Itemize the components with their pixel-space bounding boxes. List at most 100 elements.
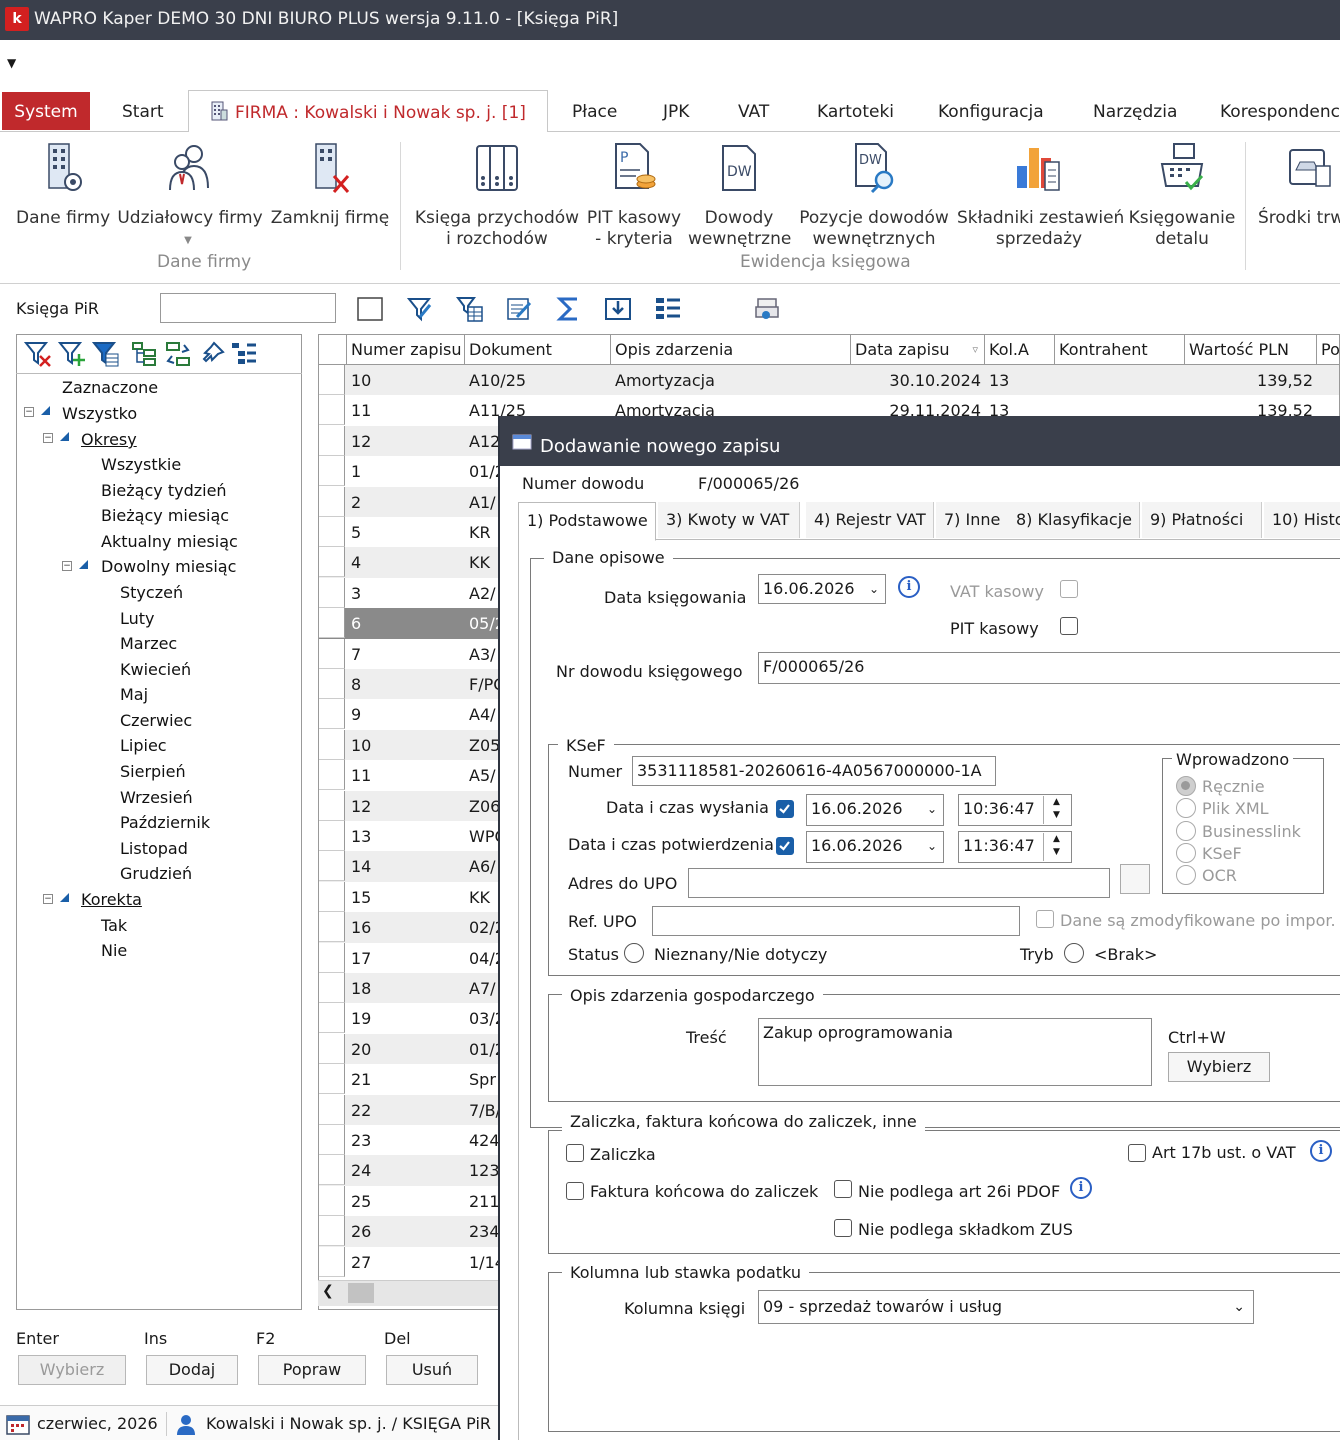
checkbox-icon[interactable] [356, 295, 384, 323]
tryb-radio[interactable] [1064, 943, 1084, 963]
col-data-zapisu[interactable]: Data zapisu ▿ [851, 335, 985, 365]
col-kola[interactable]: Kol.A [985, 335, 1055, 365]
info-icon[interactable]: i [1310, 1140, 1332, 1162]
tree-swap-icon[interactable] [164, 340, 192, 368]
tab-kartoteki[interactable]: Kartoteki [817, 90, 894, 132]
tree-item-month[interactable]: Listopad [120, 839, 188, 858]
import-icon[interactable] [604, 295, 632, 323]
art17b-checkbox[interactable] [1128, 1144, 1146, 1162]
wyslania-date-field[interactable]: 16.06.2026 ⌄ [806, 794, 944, 826]
col-dokument[interactable]: Dokument [465, 335, 611, 365]
tab-korespondencja[interactable]: Korespondenc [1220, 90, 1340, 132]
info-icon[interactable]: i [1070, 1177, 1092, 1199]
tree-item-nie[interactable]: Nie [101, 941, 127, 960]
faktura-koncowa-checkbox[interactable] [566, 1182, 584, 1200]
info-icon[interactable]: i [898, 576, 920, 598]
vat-kasowy-checkbox[interactable] [1060, 580, 1078, 598]
tab-firma[interactable]: FIRMA : Kowalski i Nowak sp. j. [1] [188, 90, 548, 133]
tree-item-month[interactable]: Sierpień [120, 762, 186, 781]
dowody-wewnetrzne-button[interactable]: DW Dowody wewnętrzne [688, 140, 791, 250]
kolumna-select[interactable]: 09 - sprzedaż towarów i usług ⌄ [758, 1290, 1254, 1324]
filter-edit-icon[interactable] [406, 295, 434, 323]
tab-start[interactable]: Start [122, 90, 164, 132]
tab-klasyfikacje[interactable]: 8) Klasyfikacje [1008, 502, 1140, 538]
tree-list-icon[interactable] [130, 340, 158, 368]
pit-kasowy-checkbox[interactable] [1060, 617, 1078, 635]
tree-item-month[interactable]: Grudzień [120, 864, 192, 883]
nr-dowodu-field[interactable]: F/000065/26 [758, 652, 1340, 684]
tab-jpk[interactable]: JPK [663, 90, 689, 132]
dodaj-button[interactable]: Dodaj [146, 1355, 238, 1385]
tab-podstawowe[interactable]: 1) Podstawowe [518, 502, 656, 541]
zaliczka-checkbox[interactable] [566, 1144, 584, 1162]
tree-item-dowolny-miesiac[interactable]: Dowolny miesiąc [101, 557, 236, 576]
tree-item-wszystkie[interactable]: Wszystkie [101, 455, 181, 474]
spinner-icon[interactable]: ▲ ▼ [1043, 796, 1069, 824]
tree-item-wszystko[interactable]: Wszystko [62, 404, 137, 423]
tab-rejestr-vat[interactable]: 4) Rejestr VAT [806, 502, 934, 538]
tab-platnosci[interactable]: 9) Płatności [1142, 502, 1262, 538]
browse-upo-button[interactable] [1120, 864, 1150, 894]
ksiega-input[interactable] [160, 293, 336, 323]
ref-upo-field[interactable] [652, 906, 1020, 936]
potwierdzenia-date-field[interactable]: 16.06.2026 ⌄ [806, 831, 944, 863]
skladniki-zestawien-button[interactable]: Składniki zestawień sprzedaży [957, 140, 1124, 250]
dropdown-arrow-icon[interactable]: ▼ [180, 230, 196, 251]
pit-kasowy-button[interactable]: P PIT kasowy - kryteria [586, 140, 682, 250]
spinner-icon[interactable]: ▲ ▼ [1043, 833, 1069, 861]
tab-kwoty-vat[interactable]: 3) Kwoty w VAT [658, 502, 800, 538]
tab-system[interactable]: System [2, 92, 90, 130]
tresc-field[interactable]: Zakup oprogramowania [758, 1018, 1152, 1086]
tab-konfiguracja[interactable]: Konfiguracja [938, 90, 1044, 132]
udzialowcy-button[interactable]: Udziałowcy firmy [117, 140, 263, 229]
srodki-trwale-button[interactable]: Środki trw [1258, 140, 1340, 229]
scroll-thumb[interactable] [348, 1283, 374, 1303]
tree-item-month[interactable]: Kwiecień [120, 660, 191, 679]
usun-button[interactable]: Usuń [386, 1355, 478, 1385]
tree-item-aktualny-miesiac[interactable]: Aktualny miesiąc [101, 532, 238, 551]
tree-item-month[interactable]: Lipiec [120, 736, 167, 755]
nie-podlega-zus-checkbox[interactable] [834, 1219, 852, 1237]
table-row[interactable]: 10 A10/25 Amortyzacja 30.10.2024 13 139,52 [319, 365, 1339, 396]
potwierdzenia-checkbox[interactable] [776, 837, 794, 855]
tree-item-okresy[interactable]: Okresy [81, 430, 137, 449]
collapse-icon[interactable]: − [43, 433, 53, 443]
wyslania-checkbox[interactable] [776, 800, 794, 818]
col-wartosc[interactable]: Wartość PLN [1185, 335, 1317, 365]
wybierz-tresc-button[interactable]: Wybierz [1168, 1052, 1270, 1082]
adres-upo-field[interactable] [688, 868, 1110, 898]
col-numer-zapisu[interactable]: Numer zapisu [347, 335, 465, 365]
collapse-icon[interactable]: − [24, 407, 34, 417]
tab-place[interactable]: Płace [572, 90, 617, 132]
clear-filter-icon[interactable] [23, 340, 52, 368]
tree-item-month[interactable]: Październik [120, 813, 210, 832]
wyslania-time-field[interactable]: 10:36:47 ▲ ▼ [958, 794, 1072, 826]
tree-view-icon[interactable] [230, 340, 258, 368]
status-radio[interactable] [624, 943, 644, 963]
tab-historia[interactable]: 10) Historia [1264, 502, 1340, 538]
print-settings-icon[interactable] [752, 295, 780, 323]
filter-table-icon[interactable] [456, 295, 484, 323]
zmodyfikowane-checkbox[interactable] [1036, 910, 1054, 928]
col-opis[interactable]: Opis zdarzenia [611, 335, 851, 365]
pozycje-dowodow-button[interactable]: DW Pozycje dowodów wewnętrznych [796, 140, 952, 250]
list-view-icon[interactable] [654, 295, 682, 323]
tree-item-month[interactable]: Wrzesień [120, 788, 193, 807]
tree-item-month[interactable]: Styczeń [120, 583, 183, 602]
ksiega-przychodow-button[interactable]: Księga przychodów i rozchodów [414, 140, 580, 250]
ksef-numer-field[interactable]: 3531118581-20260616-4A0567000000-1A [632, 756, 996, 786]
popraw-button[interactable]: Popraw [258, 1355, 366, 1385]
quick-access-menu-icon[interactable]: ▼ [7, 56, 16, 70]
add-filter-icon[interactable] [57, 340, 86, 368]
tree-item-zaznaczone[interactable]: Zaznaczone [62, 378, 158, 397]
sum-icon[interactable] [555, 295, 583, 323]
tree-item-biezacy-miesiac[interactable]: Bieżący miesiąc [101, 506, 229, 525]
edit-document-icon[interactable] [505, 295, 533, 323]
tree-item-month[interactable]: Marzec [120, 634, 177, 653]
horizontal-scrollbar[interactable]: ❮ [318, 1280, 500, 1306]
data-ksiegowania-field[interactable]: 16.06.2026 ⌄ [758, 574, 886, 604]
nie-podlega-26i-checkbox[interactable] [834, 1180, 852, 1198]
pin-icon[interactable] [198, 340, 226, 368]
filter-list-icon[interactable] [91, 340, 120, 368]
zamknij-firme-button[interactable]: Zamknij firmę [270, 140, 390, 229]
